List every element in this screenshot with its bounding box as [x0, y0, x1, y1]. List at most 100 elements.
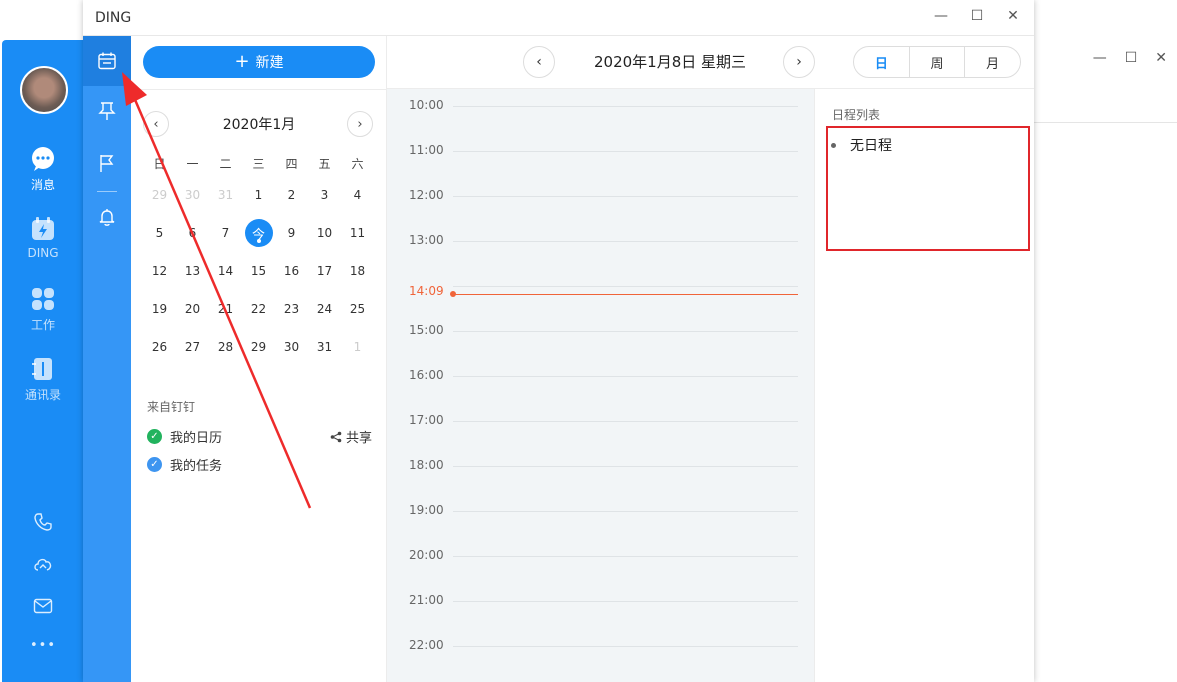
- nav-messages[interactable]: 消息: [2, 146, 84, 193]
- phone-button[interactable]: [2, 512, 84, 536]
- day-cell[interactable]: 10: [308, 226, 341, 240]
- weekday-label: 二: [209, 155, 242, 172]
- phone-icon: [33, 512, 53, 532]
- share-button[interactable]: 共享: [330, 427, 372, 446]
- prev-day-button[interactable]: ‹: [523, 46, 555, 78]
- day-cell[interactable]: 18: [341, 264, 374, 278]
- day-cell[interactable]: 12: [143, 264, 176, 278]
- day-cell[interactable]: 17: [308, 264, 341, 278]
- hour-label: 20:00: [409, 548, 444, 562]
- view-week-tab[interactable]: 周: [910, 47, 966, 77]
- mini-calendar-panel: + 新建 ‹ 2020年1月 › 日 一 二 三 四 五 六 29 30 31: [131, 36, 387, 682]
- avatar[interactable]: [20, 66, 68, 114]
- day-cell[interactable]: 2: [275, 188, 308, 202]
- hour-row: 12:00: [387, 179, 814, 224]
- my-calendar-toggle[interactable]: ✓ 我的日历: [147, 427, 222, 446]
- hour-line: [453, 151, 798, 152]
- day-cell[interactable]: 7: [209, 226, 242, 240]
- annotation-highlight-box: [826, 126, 1030, 251]
- hour-line: [453, 556, 798, 557]
- new-event-button[interactable]: + 新建: [143, 46, 375, 78]
- day-cell[interactable]: 20: [176, 302, 209, 316]
- side-reminder-button[interactable]: [83, 192, 131, 242]
- day-timeline[interactable]: 10:00 11:00 12:00 13:00 15:00 16:00 17:0…: [387, 89, 814, 682]
- day-cell[interactable]: 4: [341, 188, 374, 202]
- side-calendar-button[interactable]: [83, 36, 131, 86]
- schedule-list-title: 日程列表: [832, 106, 880, 123]
- day-cell[interactable]: 27: [176, 340, 209, 354]
- day-cell[interactable]: 29: [143, 188, 176, 202]
- schedule-list-panel: 日程列表 无日程: [814, 89, 1034, 682]
- prev-month-button[interactable]: ‹: [143, 111, 169, 137]
- hour-label: 11:00: [409, 143, 444, 157]
- hour-line: [453, 421, 798, 422]
- nav-work[interactable]: 工作: [2, 286, 84, 333]
- day-cell[interactable]: 31: [308, 340, 341, 354]
- day-cell[interactable]: 11: [341, 226, 374, 240]
- bg-maximize-button[interactable]: ☐: [1125, 50, 1138, 66]
- background-window-controls: — ☐ ✕: [1093, 50, 1167, 66]
- hour-line: [453, 601, 798, 602]
- day-cell[interactable]: 31: [209, 188, 242, 202]
- day-cell[interactable]: 19: [143, 302, 176, 316]
- day-cell[interactable]: 23: [275, 302, 308, 316]
- day-cell[interactable]: 21: [209, 302, 242, 316]
- day-cell[interactable]: 9: [275, 226, 308, 240]
- day-cell[interactable]: 1: [341, 340, 374, 354]
- bg-minimize-button[interactable]: —: [1093, 50, 1107, 66]
- day-cell[interactable]: 16: [275, 264, 308, 278]
- day-title: 2020年1月8日 星期三: [555, 51, 785, 72]
- day-cell[interactable]: 1: [242, 188, 275, 202]
- day-cell[interactable]: 3: [308, 188, 341, 202]
- day-cell[interactable]: 25: [341, 302, 374, 316]
- week-row: 29 30 31 1 2 3 4: [143, 176, 374, 214]
- current-time-line: [453, 294, 798, 295]
- weekday-label: 五: [308, 155, 341, 172]
- day-cell[interactable]: 6: [176, 226, 209, 240]
- mini-calendar-grid: 日 一 二 三 四 五 六 29 30 31 1 2 3 4 5 6 7: [143, 150, 374, 366]
- mail-button[interactable]: [2, 598, 84, 618]
- day-cell[interactable]: 24: [308, 302, 341, 316]
- my-tasks-toggle[interactable]: ✓ 我的任务: [147, 455, 222, 474]
- hour-row: 22:00: [387, 629, 814, 674]
- day-cell[interactable]: 30: [176, 188, 209, 202]
- more-button[interactable]: •••: [2, 638, 84, 653]
- minimize-button[interactable]: —: [934, 8, 948, 24]
- view-switcher: 日 周 月: [853, 46, 1021, 78]
- background-window: — ☐ ✕: [1020, 40, 1177, 682]
- day-cell[interactable]: 29: [242, 340, 275, 354]
- nav-contacts[interactable]: 通讯录: [2, 356, 84, 403]
- view-month-tab[interactable]: 月: [965, 47, 1020, 77]
- day-cell[interactable]: 22: [242, 302, 275, 316]
- today-marker: 今: [245, 219, 273, 247]
- next-day-button[interactable]: ›: [783, 46, 815, 78]
- hour-line: [453, 466, 798, 467]
- maximize-button[interactable]: ☐: [970, 8, 984, 24]
- nav-ding[interactable]: DING: [2, 216, 84, 260]
- weekday-label: 日: [143, 155, 176, 172]
- side-pin-button[interactable]: [83, 86, 131, 136]
- close-button[interactable]: ✕: [1006, 8, 1020, 24]
- today-cell[interactable]: 今: [242, 219, 275, 247]
- mail-icon: [33, 598, 53, 614]
- share-label: 共享: [346, 427, 372, 446]
- day-cell[interactable]: 28: [209, 340, 242, 354]
- grid-apps-icon: [30, 286, 56, 312]
- next-month-button[interactable]: ›: [347, 111, 373, 137]
- cloud-icon: [32, 554, 54, 574]
- flag-icon: [97, 153, 117, 173]
- side-flag-button[interactable]: [83, 138, 131, 188]
- day-cell[interactable]: 15: [242, 264, 275, 278]
- day-cell[interactable]: 30: [275, 340, 308, 354]
- hour-row: 10:00: [387, 89, 814, 134]
- day-cell[interactable]: 14: [209, 264, 242, 278]
- cloud-drive-button[interactable]: [2, 554, 84, 578]
- view-day-tab[interactable]: 日: [854, 47, 910, 77]
- day-cell[interactable]: 5: [143, 226, 176, 240]
- bg-close-button[interactable]: ✕: [1155, 50, 1167, 66]
- hour-row: 16:00: [387, 359, 814, 404]
- day-cell[interactable]: 13: [176, 264, 209, 278]
- day-cell[interactable]: 26: [143, 340, 176, 354]
- hour-row: 15:00: [387, 314, 814, 359]
- bell-icon: [97, 207, 117, 227]
